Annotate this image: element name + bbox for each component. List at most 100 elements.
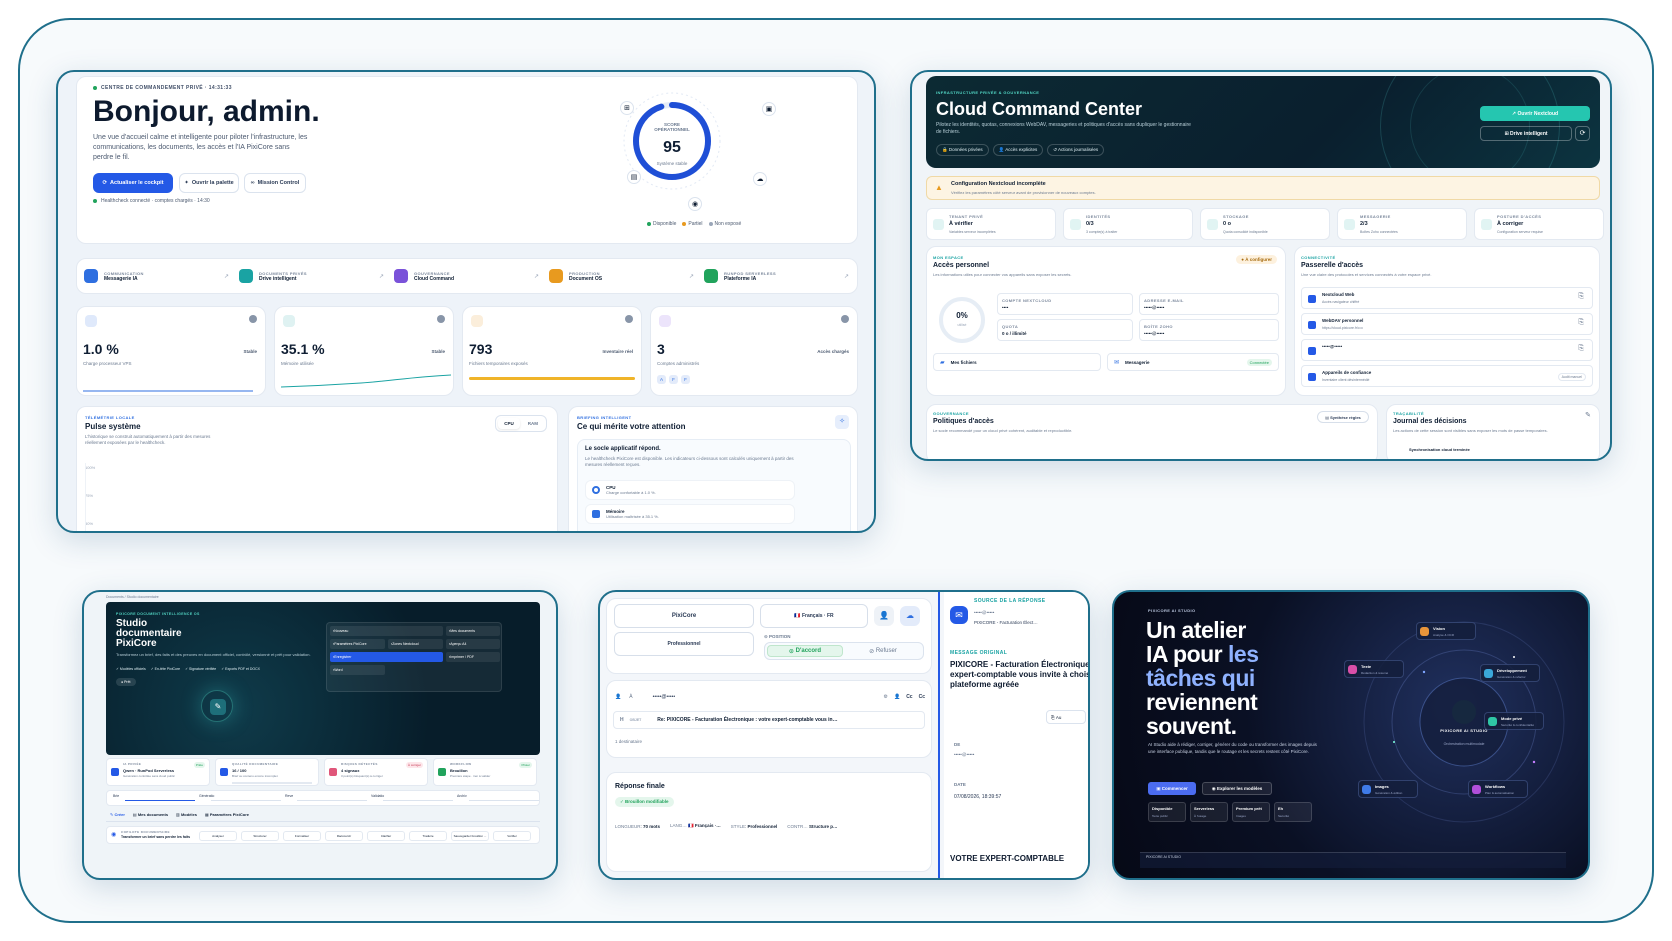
- add-user-icon[interactable]: 👤: [894, 694, 900, 700]
- copilot-action-button[interactable]: Traduire: [409, 831, 447, 841]
- module-governance[interactable]: GOUVERNANCE Cloud Command ↗: [394, 267, 539, 285]
- menu-settings[interactable]: ▪ Paramètres PixiCore: [330, 639, 385, 649]
- tab-cpu[interactable]: CPU: [498, 418, 520, 429]
- users-icon: [659, 315, 671, 327]
- module-documents[interactable]: DOCUMENTS PRIVÉS Drive intelligent ↗: [239, 267, 384, 285]
- cc-button[interactable]: Cc: [919, 694, 925, 700]
- gateway-item[interactable]: Nextcloud Web Accès navigateur chiffré ⎘: [1301, 287, 1593, 309]
- refresh-icon[interactable]: ⟳: [1575, 126, 1590, 141]
- menu-zones[interactable]: ▪ Zones Nextcloud: [388, 639, 443, 649]
- copilot-action-button[interactable]: Clarifier: [367, 831, 405, 841]
- briefing-title: Ce qui mérite votre attention: [577, 422, 686, 431]
- chat-icon[interactable]: ▣: [762, 102, 776, 116]
- brief-item-cpu[interactable]: CPU Charge confortable à 1.0 %.: [585, 480, 795, 500]
- tab-settings[interactable]: ▦ Paramètres PixiCore: [205, 812, 249, 817]
- stat-value: 35.1 %: [281, 341, 325, 357]
- pen-icon[interactable]: ✎: [1585, 411, 1591, 419]
- module-communication[interactable]: COMMUNICATION Messagerie IA ↗: [84, 267, 229, 285]
- user-add-icon[interactable]: 👤: [874, 606, 894, 626]
- info-icon[interactable]: [841, 315, 849, 323]
- start-button[interactable]: ▣ Commencer: [1148, 782, 1196, 795]
- cloud-upload-icon[interactable]: ☁: [900, 606, 920, 626]
- drive-intelligent-button[interactable]: ⊞ Drive intelligent: [1480, 126, 1572, 141]
- cpu-icon[interactable]: ◉: [688, 197, 702, 211]
- tab-templates[interactable]: ▥ Modèles: [176, 812, 197, 817]
- workflow-step[interactable]: Validatio: [371, 794, 453, 801]
- mission-control-button[interactable]: ∞ Mission Control: [244, 173, 306, 193]
- open-nextcloud-button[interactable]: ↗ Ouvrir Nextcloud: [1480, 106, 1590, 121]
- copy-icon[interactable]: ⎘: [1578, 293, 1584, 301]
- cloud-icon[interactable]: ☁: [753, 172, 767, 186]
- workflow-step[interactable]: Génératio: [199, 794, 281, 801]
- agree-button[interactable]: ⊙ D'accord: [767, 645, 843, 657]
- tab-create[interactable]: ✎ Créer: [110, 812, 125, 817]
- workflow-step[interactable]: Brie: [113, 794, 195, 801]
- orbit-node[interactable]: Texte Rédaction & résumé: [1344, 660, 1404, 678]
- refuse-button[interactable]: ⊘ Refuser: [845, 645, 921, 657]
- orbit-node[interactable]: Mode privé Sécurité & confidentialité: [1484, 712, 1544, 730]
- orbit-node[interactable]: Vision Analyse & OCR: [1416, 622, 1476, 640]
- copilot-action-button[interactable]: Vérifier: [493, 831, 531, 841]
- rules-summary-button[interactable]: ▤ Synthèse règles: [1317, 411, 1369, 423]
- tab-ram[interactable]: RAM: [522, 418, 544, 429]
- trace-title: Journal des décisions: [1393, 418, 1467, 425]
- menu-save[interactable]: ▪ Enregistrer: [330, 652, 443, 662]
- menu-preview[interactable]: ▪ Aperçu A4: [446, 639, 500, 649]
- brief-item-memory[interactable]: Mémoire Utilisation maîtrisée à 35.1 %.: [585, 504, 795, 524]
- gateway-icon: [1308, 347, 1316, 355]
- warning-text: Vérifiez les paramètres côté serveur ava…: [951, 190, 1096, 195]
- orbit-node-icon: [1420, 627, 1429, 636]
- explore-models-button[interactable]: ◉ Explorer les modèles: [1202, 782, 1272, 795]
- gateway-icon: [1308, 373, 1316, 381]
- cc-button[interactable]: Cc: [906, 694, 912, 700]
- gateway-item[interactable]: •••••@••••• ⎘: [1301, 339, 1593, 361]
- original-action-button[interactable]: ⎘ Au: [1046, 710, 1086, 724]
- menu-print[interactable]: ▪ Imprimer / PDF: [446, 652, 500, 662]
- subject-row[interactable]: H OBJET Re: PIXICORE - Facturation Élect…: [613, 711, 925, 729]
- module-production[interactable]: PRODUCTION Document OS ↗: [549, 267, 694, 285]
- copilot-action-button[interactable]: Structurer: [241, 831, 279, 841]
- space-desc: Les informations utiles pour connecter v…: [933, 272, 1072, 277]
- info-icon[interactable]: [249, 315, 257, 323]
- orbit-node[interactable]: Développement Génération & refactor: [1480, 664, 1540, 682]
- quota-gauge: [939, 297, 985, 343]
- copilot-action-button[interactable]: Sauvegarder brouillon ...: [451, 831, 489, 841]
- copilot-action-button[interactable]: Raccourcir: [325, 831, 363, 841]
- brand-field[interactable]: PixiCore: [614, 604, 754, 628]
- meta-length: LONGUEUR: 70 mots: [615, 823, 661, 829]
- workflow-step[interactable]: Reve: [285, 794, 367, 801]
- open-palette-button[interactable]: ✦ Ouvrir la palette: [179, 173, 239, 193]
- messaging-link[interactable]: ✉ Messagerie Connectée: [1107, 353, 1279, 371]
- gateway-item[interactable]: WebDAV personnel https://cloud.pixicore.f…: [1301, 313, 1593, 335]
- orbit-node[interactable]: Workflows Plan & automatisation: [1468, 780, 1528, 798]
- network-icon[interactable]: ⊞: [620, 101, 634, 115]
- language-select[interactable]: 🇫🇷 Français · FR: [760, 604, 868, 628]
- copy-icon[interactable]: ⎘: [1578, 319, 1584, 327]
- decisions-card: TRAÇABILITÉ Journal des décisions Les ac…: [1386, 404, 1600, 459]
- info-icon[interactable]: [625, 315, 633, 323]
- gateway-item[interactable]: Appareils de confiance Inventaire client …: [1301, 365, 1593, 387]
- stat-label: Comptes administrés: [657, 361, 700, 366]
- menu-word[interactable]: ▪ Word: [330, 665, 385, 675]
- document-icon[interactable]: ▤: [627, 170, 641, 184]
- to-row[interactable]: 👤 À •••••@••••• ⚙ 👤 Cc Cc: [615, 689, 925, 705]
- sparkle-icon[interactable]: ✧: [835, 415, 849, 429]
- menu-my-documents[interactable]: ▪ Mes documents: [446, 626, 500, 636]
- tab-my-documents[interactable]: ▤ Mes documents: [133, 812, 168, 817]
- tone-select[interactable]: Professionnel: [614, 632, 754, 656]
- orbit-node[interactable]: Images Génération & édition: [1358, 780, 1418, 798]
- copilot-action-button[interactable]: Analyser: [199, 831, 237, 841]
- menu-new[interactable]: ▪ Nouveau: [330, 626, 443, 636]
- info-icon[interactable]: [437, 315, 445, 323]
- workflow-step[interactable]: Archiv: [457, 794, 539, 801]
- date-value: 07/08/2026, 18:39:57: [954, 794, 1002, 800]
- refresh-button[interactable]: ⟳ Actualiser le cockpit: [93, 173, 173, 193]
- module-runpod[interactable]: RUNPOD SERVERLESS Plateforme IA ↗: [704, 267, 849, 285]
- my-files-link[interactable]: ▰ Mes fichiers: [933, 353, 1101, 371]
- warning-title: Configuration Nextcloud incomplète: [951, 181, 1046, 187]
- stat-icon: [1481, 219, 1492, 230]
- copy-icon[interactable]: ⎘: [1578, 345, 1584, 353]
- gear-icon[interactable]: ⚙: [883, 694, 887, 700]
- copilot-action-button[interactable]: Formaliser: [283, 831, 321, 841]
- studio-tabs: ✎ Créer ▤ Mes documents ▥ Modèles ▦ Para…: [110, 812, 249, 817]
